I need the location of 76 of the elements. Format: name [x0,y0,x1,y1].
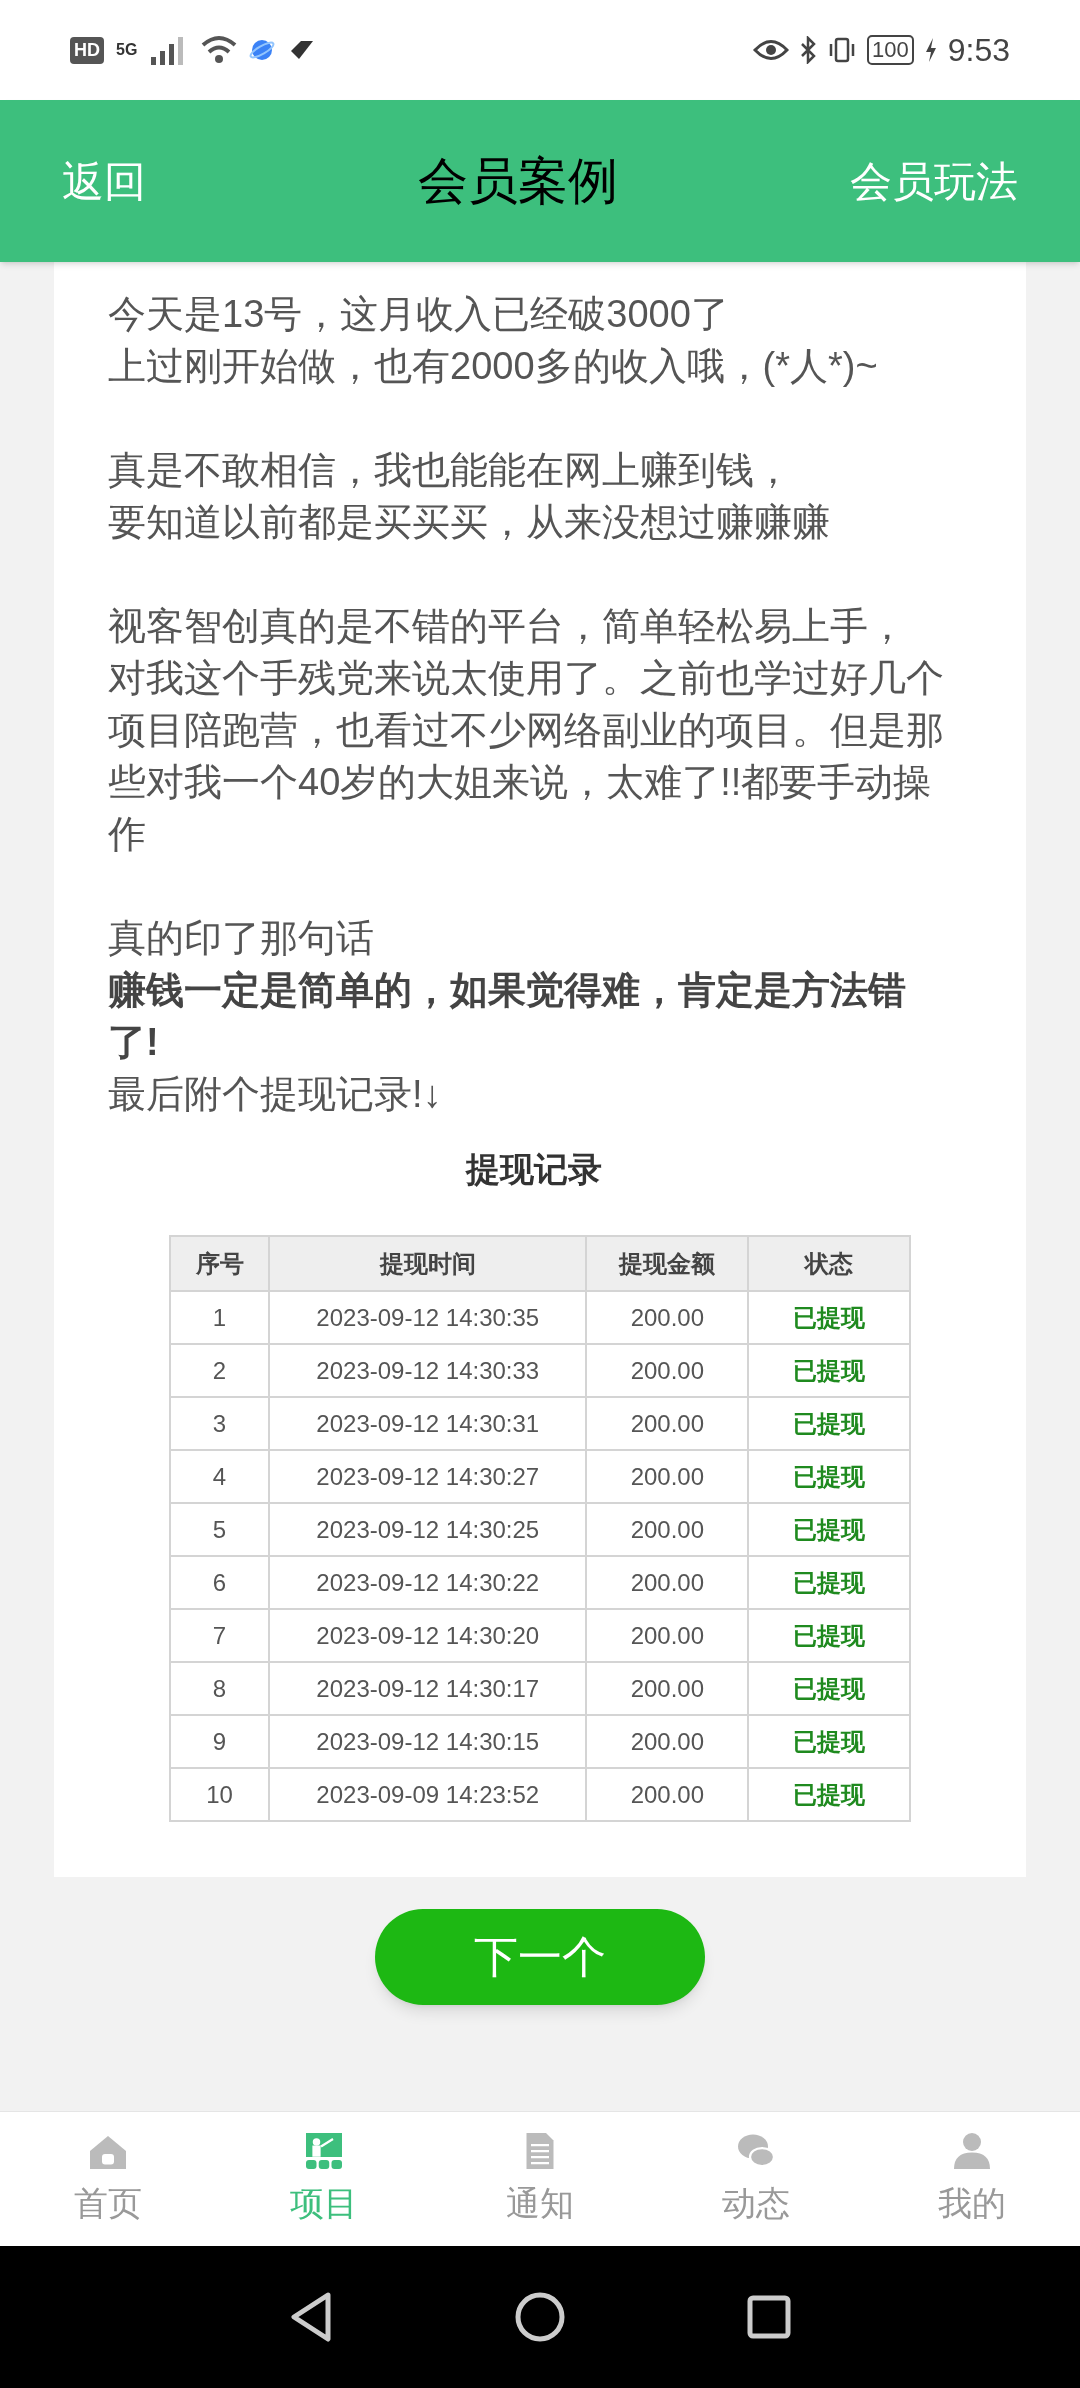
table-cell: 200.00 [586,1397,749,1450]
member-rules-button[interactable]: 会员玩法 [850,149,1018,213]
column-header: 序号 [170,1236,270,1291]
nav-tab[interactable]: 通知 [432,2112,648,2246]
table-cell: 2023-09-12 14:30:15 [269,1715,587,1768]
network-type: 5G [116,40,138,60]
table-cell: 2023-09-12 14:30:25 [269,1503,587,1556]
table-cell: 200.00 [586,1715,749,1768]
text-line: 要知道以前都是买买买，从来没想过赚赚赚 [108,500,831,545]
hd-icon: HD [70,36,104,64]
clock-time: 9:53 [947,31,1010,70]
table-cell: 200.00 [586,1503,749,1556]
home-nav-icon[interactable] [514,2291,566,2343]
table-cell: 200.00 [586,1768,749,1821]
table-cell: 2023-09-12 14:30:17 [269,1662,587,1715]
text-line: 真的印了那句话 [108,916,375,961]
table-cell: 2023-09-12 14:30:27 [269,1450,587,1503]
table-cell: 2023-09-12 14:30:35 [269,1291,587,1344]
charging-icon [923,36,938,64]
column-header: 状态 [748,1236,910,1291]
page-title: 会员案例 [418,151,618,211]
column-header: 提现金额 [586,1236,749,1291]
status-cell: 已提现 [748,1768,910,1821]
battery-level: 100 [867,35,914,65]
table-cell: 200.00 [586,1556,749,1609]
status-cell: 已提现 [748,1344,910,1397]
table-cell: 200.00 [586,1291,749,1344]
nav-tab[interactable]: 我的 [864,2112,1080,2246]
table-cell: 200.00 [586,1662,749,1715]
text-line: 上过刚开始做，也有2000多的收入哦，(*人*)~ [108,344,879,389]
status-cell: 已提现 [748,1291,910,1344]
table-cell: 9 [170,1715,270,1768]
back-nav-icon[interactable] [288,2291,334,2343]
table-cell: 3 [170,1397,270,1450]
table-cell: 200.00 [586,1344,749,1397]
text-line: 今天是13号，这月收入已经破3000了 [108,292,730,337]
back-button[interactable]: 返回 [62,149,146,213]
table-cell: 2 [170,1344,270,1397]
table-cell: 7 [170,1609,270,1662]
table-cell: 2023-09-12 14:30:22 [269,1556,587,1609]
table-cell: 5 [170,1503,270,1556]
table-cell: 6 [170,1556,270,1609]
table-cell: 200.00 [586,1609,749,1662]
bluetooth-icon [799,36,817,64]
table-cell: 200.00 [586,1450,749,1503]
table-cell: 2023-09-12 14:30:20 [269,1609,587,1662]
table-cell: 2023-09-09 14:23:52 [269,1768,587,1821]
column-header: 提现时间 [269,1236,587,1291]
eye-icon [753,37,789,63]
status-cell: 已提现 [748,1715,910,1768]
text-line: 视客智创真的是不错的平台，简单轻松易上手， [108,604,907,649]
status-cell: 已提现 [748,1397,910,1450]
bold-text-line: 赚钱一定是简单的，如果觉得难，肯定是方法错了! [108,968,907,1065]
nav-tab[interactable]: 项目 [216,2112,432,2246]
status-cell: 已提现 [748,1503,910,1556]
table-cell: 1 [170,1291,270,1344]
table-cell: 2023-09-12 14:30:31 [269,1397,587,1450]
vibrate-icon [827,36,857,64]
table-cell: 10 [170,1768,270,1821]
record-title: 提现记录 [464,1149,603,1190]
text-line: 最后附个提现记录!↓ [108,1072,443,1117]
table-cell: 4 [170,1450,270,1503]
table-cell: 8 [170,1662,270,1715]
recents-nav-icon[interactable] [746,2294,792,2340]
nav-tab[interactable]: 动态 [648,2112,864,2246]
text-line: 真是不敢相信，我也能能在网上赚到钱， [108,448,793,493]
wifi-icon [201,35,238,65]
status-cell: 已提现 [748,1609,910,1662]
next-button[interactable]: 下一个 [375,1909,705,2005]
table-cell: 2023-09-12 14:30:33 [269,1344,587,1397]
nav-tab[interactable]: 首页 [0,2112,216,2246]
text-line: 对我这个手残党来说太使用了。之前也学过好几个项目陪跑营，也看过不少网络副业的项目。但是那些对我一个40岁的大姐来说，太难了!!都要手动操作 [108,656,945,857]
status-cell: 已提现 [748,1450,910,1503]
status-cell: 已提现 [748,1662,910,1715]
status-cell: 已提现 [748,1556,910,1609]
planet-icon [249,37,276,63]
